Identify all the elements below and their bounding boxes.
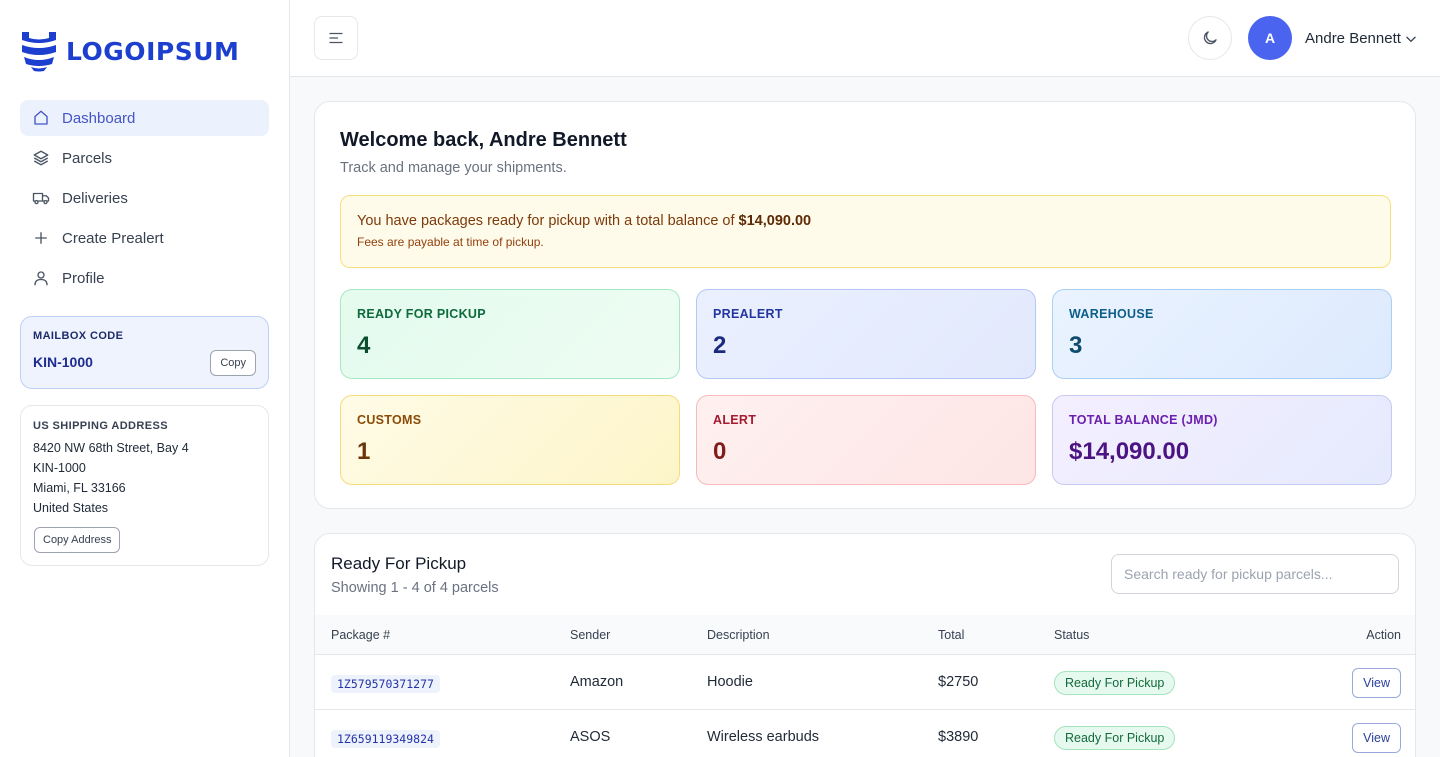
layers-icon bbox=[33, 150, 49, 166]
view-button[interactable]: View bbox=[1352, 723, 1401, 753]
stat-value: 3 bbox=[1069, 332, 1083, 359]
status-badge: Ready For Pickup bbox=[1054, 671, 1176, 695]
column-header: Status bbox=[1054, 628, 1090, 642]
stat-alert[interactable]: ALERT 0 bbox=[696, 395, 1036, 485]
stat-label: PREALERT bbox=[713, 307, 783, 321]
total-cell: $2750 bbox=[938, 674, 979, 690]
address-line: Miami, FL 33166 bbox=[33, 481, 126, 495]
sidebar-item-parcels[interactable]: Parcels bbox=[20, 140, 269, 176]
address-label: US SHIPPING ADDRESS bbox=[33, 420, 168, 432]
stat-label: CUSTOMS bbox=[357, 413, 422, 427]
description-cell: Hoodie bbox=[707, 674, 753, 690]
sidebar-item-dashboard[interactable]: Dashboard bbox=[20, 100, 269, 136]
stat-customs[interactable]: CUSTOMS 1 bbox=[340, 395, 680, 485]
address-line: United States bbox=[33, 501, 109, 515]
sidebar-item-create-prealert[interactable]: Create Prealert bbox=[20, 220, 269, 256]
sidebar-item-label: Dashboard bbox=[62, 109, 136, 127]
sender-cell: Amazon bbox=[570, 674, 624, 690]
alert-amount: $14,090.00 bbox=[738, 213, 812, 229]
table-title: Ready For Pickup bbox=[331, 554, 467, 573]
total-cell: $3890 bbox=[938, 729, 979, 745]
logo-icon bbox=[22, 32, 56, 72]
welcome-card: Welcome back, Andre Bennett Track and ma… bbox=[314, 101, 1416, 509]
column-header: Description bbox=[707, 628, 770, 642]
menu-toggle-button[interactable] bbox=[314, 16, 358, 60]
copy-mailbox-button[interactable]: Copy bbox=[210, 350, 256, 376]
sidebar: LOGOIPSUM Dashboard Parcels Deliveries C… bbox=[0, 0, 290, 757]
sidebar-item-label: Deliveries bbox=[62, 189, 128, 207]
copy-address-button[interactable]: Copy Address bbox=[34, 527, 121, 553]
page-title: Welcome back, Andre Bennett bbox=[340, 129, 627, 151]
address-line: KIN-1000 bbox=[33, 461, 86, 475]
user-icon bbox=[34, 271, 48, 286]
column-header: Package # bbox=[331, 628, 391, 642]
stat-label: ALERT bbox=[713, 413, 757, 427]
sender-cell: ASOS bbox=[570, 729, 611, 745]
alert-text: You have packages ready for pickup with … bbox=[357, 213, 739, 229]
stat-ready-for-pickup[interactable]: READY FOR PICKUP 4 bbox=[340, 289, 680, 379]
package-number[interactable]: 1Z579570371277 bbox=[331, 675, 440, 693]
stat-label: WAREHOUSE bbox=[1069, 307, 1154, 321]
stat-label: READY FOR PICKUP bbox=[357, 307, 486, 321]
page-subtitle: Track and manage your shipments. bbox=[340, 160, 567, 176]
column-header: Action bbox=[1366, 628, 1401, 642]
stat-prealert[interactable]: PREALERT 2 bbox=[696, 289, 1036, 379]
stat-warehouse[interactable]: WAREHOUSE 3 bbox=[1052, 289, 1392, 379]
chevron-down-icon[interactable] bbox=[1404, 32, 1418, 46]
sidebar-item-label: Parcels bbox=[62, 149, 113, 167]
column-header: Total bbox=[938, 628, 965, 642]
user-menu-name[interactable]: Andre Bennett bbox=[1305, 30, 1401, 47]
table-subtitle: Showing 1 - 4 of 4 parcels bbox=[331, 580, 499, 596]
table-row: 1Z659119349824 ASOS Wireless earbuds $38… bbox=[315, 710, 1415, 757]
theme-toggle-button[interactable] bbox=[1188, 16, 1232, 60]
sidebar-item-label: Profile bbox=[62, 269, 105, 287]
plus-icon bbox=[35, 232, 47, 244]
stat-label: TOTAL BALANCE (JMD) bbox=[1069, 413, 1218, 427]
stat-value: 2 bbox=[713, 332, 727, 359]
menu-icon bbox=[329, 32, 343, 44]
moon-icon bbox=[1203, 31, 1217, 45]
sidebar-item-label: Create Prealert bbox=[62, 229, 164, 247]
stat-value: 1 bbox=[357, 438, 371, 465]
table-row: 1Z579570371277 Amazon Hoodie $2750 Ready… bbox=[315, 655, 1415, 710]
sidebar-item-deliveries[interactable]: Deliveries bbox=[20, 180, 269, 216]
stat-value: 0 bbox=[713, 438, 727, 465]
top-header: A Andre Bennett bbox=[290, 0, 1440, 77]
truck-icon bbox=[32, 192, 50, 205]
sidebar-item-profile[interactable]: Profile bbox=[20, 260, 269, 296]
stat-value: $14,090.00 bbox=[1069, 438, 1190, 465]
column-header: Sender bbox=[570, 628, 611, 642]
package-number[interactable]: 1Z659119349824 bbox=[331, 730, 440, 748]
sidebar-nav: Dashboard Parcels Deliveries Create Prea… bbox=[20, 100, 269, 300]
status-badge: Ready For Pickup bbox=[1054, 726, 1176, 750]
address-line: 8420 NW 68th Street, Bay 4 bbox=[33, 441, 189, 455]
logo-text: LOGOIPSUM bbox=[66, 36, 240, 66]
home-icon bbox=[34, 110, 48, 125]
balance-alert: You have packages ready for pickup with … bbox=[340, 195, 1391, 268]
ready-for-pickup-table-card: Ready For Pickup Showing 1 - 4 of 4 parc… bbox=[314, 533, 1416, 757]
stat-total-balance[interactable]: TOTAL BALANCE (JMD) $14,090.00 bbox=[1052, 395, 1392, 485]
stat-value: 4 bbox=[357, 332, 371, 359]
search-input[interactable] bbox=[1111, 554, 1399, 594]
shipping-address-card: US SHIPPING ADDRESS 8420 NW 68th Street,… bbox=[20, 405, 269, 566]
avatar[interactable]: A bbox=[1248, 16, 1292, 60]
logo[interactable]: LOGOIPSUM bbox=[20, 30, 239, 72]
mailbox-label: MAILBOX CODE bbox=[33, 330, 124, 342]
alert-message: You have packages ready for pickup with … bbox=[357, 213, 1374, 229]
view-button[interactable]: View bbox=[1352, 668, 1401, 698]
table-header: Package # Sender Description Total Statu… bbox=[315, 615, 1415, 655]
description-cell: Wireless earbuds bbox=[707, 729, 820, 745]
mailbox-card: MAILBOX CODE KIN-1000 Copy bbox=[20, 316, 269, 389]
alert-note: Fees are payable at time of pickup. bbox=[357, 235, 544, 249]
